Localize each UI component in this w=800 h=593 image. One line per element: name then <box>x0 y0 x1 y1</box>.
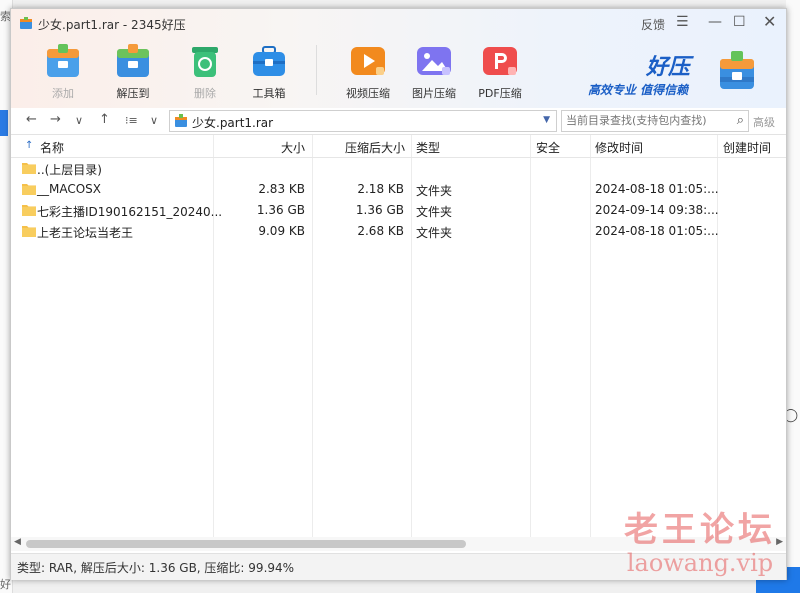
close-icon[interactable]: ✕ <box>763 12 776 31</box>
archive-window: 少女.part1.rar - 2345好压 反馈 ☰ — ☐ ✕ 添加 解压到 … <box>10 8 787 580</box>
file-modified: 2024-08-18 01:05:... <box>595 224 719 238</box>
window-title: 少女.part1.rar - 2345好压 <box>38 18 186 32</box>
app-logo-icon <box>20 17 32 29</box>
archive-icon <box>175 114 187 127</box>
minimize-icon[interactable]: — <box>708 14 722 30</box>
brand-banner: 好压 高效专业 值得信赖 <box>586 49 776 99</box>
video-compress-icon <box>348 41 388 81</box>
folder-icon <box>22 163 36 174</box>
search-box: ⌕ <box>561 110 749 132</box>
history-dropdown-icon[interactable]: ∨ <box>75 114 83 127</box>
window-header: 少女.part1.rar - 2345好压 反馈 ☰ — ☐ ✕ 添加 解压到 … <box>11 9 786 108</box>
extract-to-button[interactable]: 解压到 <box>105 41 161 101</box>
file-type: 文件夹 <box>416 226 453 240</box>
column-header-size[interactable]: 大小 <box>281 139 305 156</box>
up-level-icon[interactable]: ↑ <box>99 112 110 127</box>
brand-name: 好压 <box>646 55 691 80</box>
file-size: 2.83 KB <box>258 182 305 196</box>
scroll-left-icon[interactable]: ◀ <box>14 537 21 547</box>
maximize-icon[interactable]: ☐ <box>733 14 746 30</box>
folder-icon <box>22 184 36 195</box>
back-icon[interactable]: ← <box>26 112 37 127</box>
toolbar-separator <box>316 45 317 95</box>
file-type: 文件夹 <box>416 205 453 219</box>
advanced-search-link[interactable]: 高级 <box>753 114 775 130</box>
toolbox-icon <box>249 41 289 81</box>
file-packed-size: 2.18 KB <box>357 182 404 196</box>
recycle-icon <box>185 41 225 81</box>
file-size: 1.36 GB <box>256 203 305 217</box>
folder-icon <box>22 205 36 216</box>
pdf-compress-button[interactable]: PDF压缩 <box>472 41 528 101</box>
search-input[interactable] <box>562 111 725 129</box>
pdf-compress-icon <box>480 41 520 81</box>
file-size: 9.09 KB <box>258 224 305 238</box>
image-compress-button[interactable]: 图片压缩 <box>406 41 462 101</box>
table-row[interactable]: ..(上层目录) <box>11 158 786 179</box>
view-mode-icon[interactable]: ⁝≡ <box>125 114 138 127</box>
extract-icon <box>113 41 153 81</box>
column-header-type[interactable]: 类型 <box>416 139 440 156</box>
brand-logo-icon <box>720 51 754 89</box>
title-bar: 少女.part1.rar - 2345好压 反馈 ☰ — ☐ ✕ <box>11 9 786 37</box>
menu-icon[interactable]: ☰ <box>676 14 689 30</box>
image-compress-label: 图片压缩 <box>412 87 456 100</box>
toolbox-button[interactable]: 工具箱 <box>241 41 297 101</box>
file-packed-size: 2.68 KB <box>357 224 404 238</box>
brand-slogan: 高效专业 值得信赖 <box>588 83 689 97</box>
file-name: 七彩主播ID190162151_20240... <box>37 205 223 219</box>
delete-label: 删除 <box>194 87 216 100</box>
pdf-compress-label: PDF压缩 <box>478 87 522 100</box>
feedback-link[interactable]: 反馈 <box>641 16 665 33</box>
image-compress-icon <box>414 41 454 81</box>
watermark: 老王论坛 laowang.vip <box>605 502 795 577</box>
add-label: 添加 <box>52 87 74 100</box>
scrollbar-thumb[interactable] <box>26 540 466 548</box>
navigation-bar: ← → ∨ ↑ ⁝≡ ∨ 少女.part1.rar ▼ ⌕ 高级 <box>11 108 786 135</box>
extract-to-label: 解压到 <box>116 87 150 100</box>
add-button[interactable]: 添加 <box>35 41 91 101</box>
file-modified: 2024-09-14 09:38:... <box>595 203 719 217</box>
video-compress-button[interactable]: 视频压缩 <box>340 41 396 101</box>
background-accent <box>0 110 8 136</box>
file-type: 文件夹 <box>416 184 453 198</box>
view-mode-dropdown-icon[interactable]: ∨ <box>150 114 158 127</box>
file-name: ..(上层目录) <box>37 163 102 177</box>
column-header-security[interactable]: 安全 <box>536 139 560 156</box>
table-row[interactable]: __MACOSX 2.83 KB 2.18 KB 文件夹 2024-08-18 … <box>11 179 786 200</box>
add-icon <box>43 41 83 81</box>
file-list: ↑ 名称 大小 压缩后大小 类型 安全 修改时间 创建时间 ..(上层目录) _… <box>11 135 786 537</box>
video-compress-label: 视频压缩 <box>346 87 390 100</box>
file-name: __MACOSX <box>37 182 102 196</box>
column-header-row: ↑ 名称 大小 压缩后大小 类型 安全 修改时间 创建时间 <box>11 135 786 158</box>
folder-icon <box>22 226 36 237</box>
delete-button[interactable]: 删除 <box>177 41 233 101</box>
toolbox-label: 工具箱 <box>252 87 286 100</box>
column-header-modified[interactable]: 修改时间 <box>595 139 643 156</box>
column-header-packed-size[interactable]: 压缩后大小 <box>345 139 405 156</box>
sort-ascending-icon: ↑ <box>25 140 34 151</box>
column-header-created[interactable]: 创建时间 <box>723 139 771 156</box>
path-bar[interactable]: 少女.part1.rar ▼ <box>169 110 557 132</box>
table-row[interactable]: 上老王论坛当老王 9.09 KB 2.68 KB 文件夹 2024-08-18 … <box>11 221 786 242</box>
watermark-title: 老王论坛 <box>624 510 776 550</box>
watermark-url: laowang.vip <box>626 549 774 577</box>
column-header-name[interactable]: 名称 <box>40 139 64 156</box>
file-name: 上老王论坛当老王 <box>37 226 134 240</box>
file-packed-size: 1.36 GB <box>355 203 404 217</box>
table-row[interactable]: 七彩主播ID190162151_20240... 1.36 GB 1.36 GB… <box>11 200 786 221</box>
path-text: 少女.part1.rar <box>192 116 274 130</box>
path-dropdown-icon[interactable]: ▼ <box>543 115 550 125</box>
forward-icon[interactable]: → <box>50 112 61 127</box>
status-text: 类型: RAR, 解压后大小: 1.36 GB, 压缩比: 99.94% <box>17 561 295 575</box>
file-modified: 2024-08-18 01:05:... <box>595 182 719 196</box>
search-icon[interactable]: ⌕ <box>737 113 744 128</box>
